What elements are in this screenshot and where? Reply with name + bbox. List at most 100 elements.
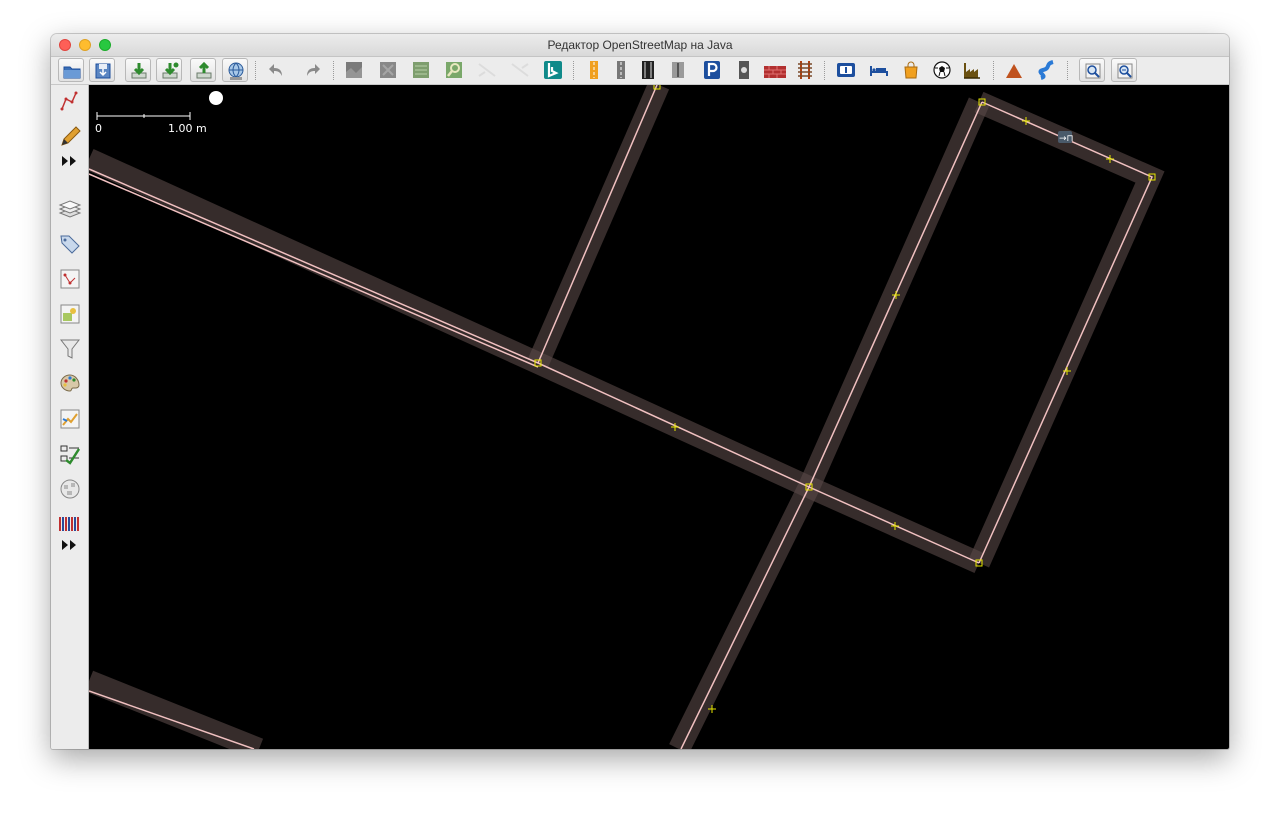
wms-icon: [413, 62, 429, 78]
magnifier-map-icon: [446, 62, 462, 78]
imagery-button-6[interactable]: [507, 58, 533, 82]
redo-icon: [307, 64, 320, 76]
area-band-right-building[interactable]: [968, 91, 1165, 568]
scale-length-label: 1.00 m: [168, 122, 207, 135]
way-long-parallel[interactable]: [89, 173, 539, 368]
residential-road-icon: [617, 61, 625, 79]
globe-icon: [228, 62, 244, 80]
select-icon: [60, 91, 78, 111]
validation-icon: [60, 445, 81, 465]
preset-peak-button[interactable]: [1001, 58, 1027, 82]
select-tool[interactable]: [58, 89, 82, 113]
save-button[interactable]: [89, 58, 115, 82]
relations-icon: [60, 304, 80, 324]
entrance-label: →⊓: [1059, 134, 1074, 144]
preset-path-button[interactable]: [665, 58, 691, 82]
download-button[interactable]: [125, 58, 151, 82]
track-road-icon: [642, 61, 654, 79]
map-paint-styles-toggle[interactable]: [58, 372, 82, 396]
river-icon: [1038, 60, 1054, 80]
minimize-window-button[interactable]: [79, 39, 91, 51]
history-toggle[interactable]: [58, 407, 82, 431]
josm-window: Редактор OpenStreetMap на Java →⊓ 0 1.00…: [51, 34, 1229, 749]
validation-toggle[interactable]: [58, 442, 82, 466]
open-file-button[interactable]: [58, 58, 84, 82]
preset-railway-button[interactable]: [792, 58, 818, 82]
position-indicator: [209, 91, 223, 105]
pencil-icon: [61, 126, 81, 146]
fuel-icon: [739, 61, 749, 79]
imagery-button-2[interactable]: [375, 58, 401, 82]
imagery-button-1[interactable]: [341, 58, 367, 82]
filter-icon: [59, 339, 81, 359]
preset-information-button[interactable]: [833, 58, 859, 82]
redo-button[interactable]: [299, 58, 325, 82]
imagery-icon: [380, 62, 396, 78]
folder-icon: [63, 66, 81, 79]
imagery-icon: [478, 63, 496, 77]
update-data-button[interactable]: [156, 58, 182, 82]
bing-icon: [544, 61, 562, 79]
imagery-icon: [346, 62, 362, 78]
draw-tool[interactable]: [58, 125, 82, 149]
factory-icon: [964, 63, 980, 79]
preset-sport-button[interactable]: [929, 58, 955, 82]
selection-list-toggle[interactable]: [58, 267, 82, 291]
selection-list-icon: [60, 269, 80, 289]
area-band-bottom-left[interactable]: [89, 670, 264, 749]
layers-icon: [58, 200, 82, 218]
double-arrow-icon: [62, 156, 76, 166]
preset-shop-button[interactable]: [898, 58, 924, 82]
zoom-data-icon: [1117, 63, 1133, 79]
zoom-window-button[interactable]: [99, 39, 111, 51]
window-title: Редактор OpenStreetMap на Java: [547, 38, 733, 52]
preset-fuel-button[interactable]: [731, 58, 757, 82]
preset-industrial-button[interactable]: [959, 58, 985, 82]
imagery-button-4[interactable]: [441, 58, 467, 82]
upload-button[interactable]: [190, 58, 216, 82]
preset-barrier-button[interactable]: [760, 58, 786, 82]
update-data-icon: [162, 62, 179, 79]
bing-imagery-button[interactable]: [540, 58, 566, 82]
parking-icon: [704, 61, 720, 79]
road-icon: [590, 61, 598, 79]
notes-toggle[interactable]: [58, 477, 82, 501]
palette-icon: [60, 374, 80, 392]
more-toggles[interactable]: [58, 537, 82, 553]
zoom-to-selection-button[interactable]: [1079, 58, 1105, 82]
changeset-toggle[interactable]: [58, 512, 82, 536]
way-left-building[interactable]: [537, 85, 658, 364]
barcode-icon: [59, 517, 79, 531]
imagery-button-5[interactable]: [474, 58, 500, 82]
preset-residential-button[interactable]: [608, 58, 634, 82]
path-icon: [672, 62, 684, 78]
zoom-to-data-button[interactable]: [1111, 58, 1137, 82]
close-window-button[interactable]: [59, 39, 71, 51]
title-bar: Редактор OpenStreetMap на Java: [51, 34, 1229, 57]
undo-button[interactable]: [264, 58, 290, 82]
way-bottom-left[interactable]: [89, 690, 255, 749]
information-icon: [837, 63, 855, 77]
mountain-icon: [1006, 64, 1022, 78]
area-band-vertical-street[interactable]: [669, 97, 990, 749]
preset-waterway-button[interactable]: [1034, 58, 1060, 82]
download-icon: [131, 63, 147, 79]
imagery-button-3[interactable]: [408, 58, 434, 82]
preset-track-button[interactable]: [635, 58, 661, 82]
preset-highway-button[interactable]: [581, 58, 607, 82]
map-view[interactable]: →⊓ 0 1.00 m: [89, 85, 1229, 749]
wiki-globe-icon: [60, 479, 80, 499]
wall-icon: [764, 66, 786, 78]
preset-parking-button[interactable]: [699, 58, 725, 82]
football-icon: [933, 61, 951, 79]
map-canvas[interactable]: →⊓: [89, 85, 1229, 749]
zoom-icon: [1085, 63, 1101, 79]
scale-zero-label: 0: [95, 122, 102, 135]
download-along-button[interactable]: [222, 58, 248, 82]
preset-accommodation-button[interactable]: [866, 58, 892, 82]
filter-toggle[interactable]: [58, 337, 82, 361]
more-tools[interactable]: [58, 153, 82, 169]
relations-toggle[interactable]: [58, 302, 82, 326]
layers-toggle[interactable]: [58, 197, 82, 221]
properties-toggle[interactable]: [58, 232, 82, 256]
